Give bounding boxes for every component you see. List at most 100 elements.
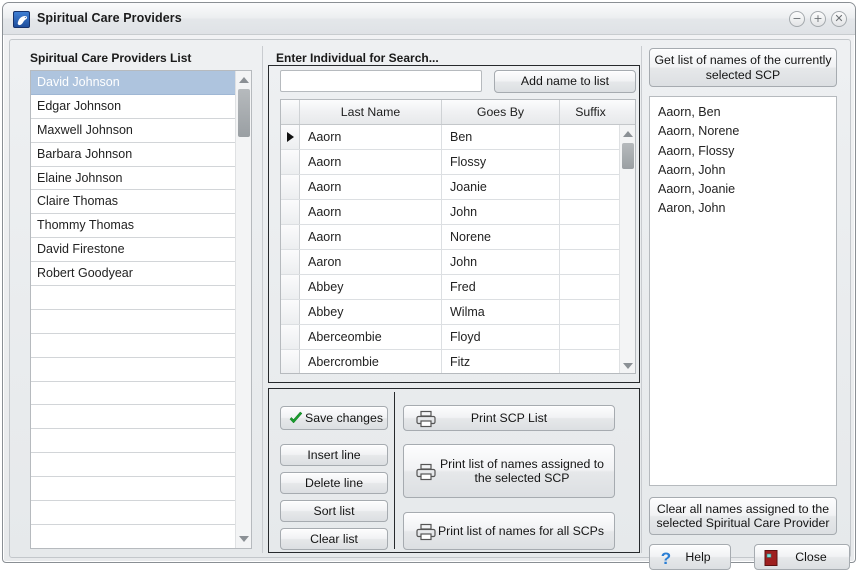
scp-list-item[interactable]: Edgar Johnson <box>31 95 236 119</box>
table-row[interactable]: Abbey Fred <box>281 275 621 300</box>
scp-list-item-empty[interactable] <box>31 525 236 548</box>
row-selector[interactable] <box>281 325 300 349</box>
cell-suffix[interactable] <box>560 300 621 324</box>
cell-last-name[interactable]: Abbey <box>300 300 442 324</box>
scp-list-item[interactable]: Thommy Thomas <box>31 214 236 239</box>
table-row[interactable]: Aberceombie Floyd <box>281 325 621 350</box>
insert-line-button[interactable]: Insert line <box>280 444 388 466</box>
scp-list-item[interactable]: Elaine Johnson <box>31 167 236 191</box>
add-name-button[interactable]: Add name to list <box>494 70 636 93</box>
assigned-name-item[interactable]: Aaorn, John <box>658 161 836 180</box>
table-row[interactable]: Aaorn Norene <box>281 225 621 250</box>
cell-goes-by[interactable]: Fitz <box>442 350 560 373</box>
scp-list-scrollbar[interactable] <box>235 71 251 548</box>
grid-scroll-up-arrow-icon[interactable] <box>620 126 635 142</box>
cell-goes-by[interactable]: Ben <box>442 125 560 149</box>
row-selector[interactable] <box>281 275 300 299</box>
scp-list-item-empty[interactable] <box>31 334 236 358</box>
assigned-name-item[interactable]: Aaorn, Flossy <box>658 142 836 161</box>
cell-goes-by[interactable]: John <box>442 200 560 224</box>
cell-goes-by[interactable]: Norene <box>442 225 560 249</box>
scp-list-item[interactable]: Maxwell Johnson <box>31 119 236 143</box>
grid-scrollbar[interactable] <box>619 125 635 373</box>
scp-list-item-empty[interactable] <box>31 310 236 334</box>
row-selector[interactable] <box>281 300 300 324</box>
cell-last-name[interactable]: Abercrombie <box>300 350 442 373</box>
print-scp-list-button[interactable]: Print SCP List <box>403 405 615 431</box>
cell-goes-by[interactable]: Fred <box>442 275 560 299</box>
scp-list-item[interactable]: Barbara Johnson <box>31 143 236 167</box>
cell-goes-by[interactable]: John <box>442 250 560 274</box>
table-row[interactable]: Abercrombie Fitz <box>281 350 621 373</box>
assigned-name-item[interactable]: Aaron, John <box>658 199 836 218</box>
cell-suffix[interactable] <box>560 150 621 174</box>
cell-suffix[interactable] <box>560 250 621 274</box>
cell-last-name[interactable]: Aaorn <box>300 150 442 174</box>
scp-list-item[interactable]: Robert Goodyear <box>31 262 236 287</box>
scp-list-item-empty[interactable] <box>31 358 236 382</box>
cell-last-name[interactable]: Abbey <box>300 275 442 299</box>
print-all-names-button[interactable]: Print list of names for all SCPs <box>403 512 615 550</box>
cell-last-name[interactable]: Aaron <box>300 250 442 274</box>
grid-header-suffix[interactable]: Suffix <box>560 100 621 124</box>
clear-list-button[interactable]: Clear list <box>280 528 388 550</box>
close-button[interactable]: Close <box>754 544 850 570</box>
cell-last-name[interactable]: Aaorn <box>300 225 442 249</box>
cell-goes-by[interactable]: Flossy <box>442 150 560 174</box>
scp-list-item-empty[interactable] <box>31 477 236 502</box>
get-list-button[interactable]: Get list of names of the currently selec… <box>649 48 837 87</box>
assigned-name-item[interactable]: Aaorn, Norene <box>658 122 836 141</box>
save-changes-button[interactable]: Save changes <box>280 406 388 430</box>
table-row[interactable]: Aaorn Flossy <box>281 150 621 175</box>
assigned-names-list[interactable]: Aaorn, Ben Aaorn, Norene Aaorn, Flossy Aaor… <box>649 96 837 486</box>
cell-suffix[interactable] <box>560 200 621 224</box>
cell-goes-by[interactable]: Joanie <box>442 175 560 199</box>
scrollbar-thumb[interactable] <box>238 89 250 137</box>
grid-scrollbar-thumb[interactable] <box>622 143 634 169</box>
cell-suffix[interactable] <box>560 225 621 249</box>
assigned-name-item[interactable]: Aaorn, Joanie <box>658 180 836 199</box>
sort-list-button[interactable]: Sort list <box>280 500 388 522</box>
maximize-button[interactable]: + <box>810 11 826 27</box>
minimize-button[interactable]: − <box>789 11 805 27</box>
scp-list[interactable]: David Johnson Edgar Johnson Maxwell Johnso… <box>30 70 252 549</box>
clear-all-names-button[interactable]: Clear all names assigned to the selected… <box>649 497 837 535</box>
cell-suffix[interactable] <box>560 175 621 199</box>
assigned-name-item[interactable]: Aaorn, Ben <box>658 103 836 122</box>
scp-list-item[interactable]: David Firestone <box>31 238 236 263</box>
table-row[interactable]: Aaorn Joanie <box>281 175 621 200</box>
scp-list-item-empty[interactable] <box>31 286 236 310</box>
cell-goes-by[interactable]: Floyd <box>442 325 560 349</box>
scroll-up-arrow-icon[interactable] <box>236 72 251 88</box>
scp-list-item-empty[interactable] <box>31 382 236 406</box>
names-grid[interactable]: Last Name Goes By Suffix Aaorn Ben Aaorn Fl… <box>280 99 636 374</box>
scroll-down-arrow-icon[interactable] <box>236 531 251 547</box>
grid-scroll-down-arrow-icon[interactable] <box>620 358 635 373</box>
cell-last-name[interactable]: Aberceombie <box>300 325 442 349</box>
row-selector[interactable] <box>281 200 300 224</box>
row-selector[interactable] <box>281 225 300 249</box>
row-selector[interactable] <box>281 150 300 174</box>
cell-suffix[interactable] <box>560 125 621 149</box>
scp-list-item-empty[interactable] <box>31 429 236 454</box>
row-selector[interactable] <box>281 250 300 274</box>
row-selector[interactable] <box>281 175 300 199</box>
scp-list-item-empty[interactable] <box>31 453 236 478</box>
table-row[interactable]: Aaron John <box>281 250 621 275</box>
search-input[interactable] <box>280 70 482 92</box>
table-row[interactable]: Abbey Wilma <box>281 300 621 325</box>
scp-list-item[interactable]: David Johnson <box>31 71 236 95</box>
row-selector[interactable] <box>281 125 300 149</box>
cell-suffix[interactable] <box>560 325 621 349</box>
cell-goes-by[interactable]: Wilma <box>442 300 560 324</box>
cell-suffix[interactable] <box>560 275 621 299</box>
cell-suffix[interactable] <box>560 350 621 373</box>
scp-list-item[interactable]: Claire Thomas <box>31 190 236 215</box>
cell-last-name[interactable]: Aaorn <box>300 125 442 149</box>
print-assigned-names-button[interactable]: Print list of names assigned to the sele… <box>403 444 615 498</box>
grid-header-last-name[interactable]: Last Name <box>300 100 442 124</box>
table-row[interactable]: Aaorn John <box>281 200 621 225</box>
delete-line-button[interactable]: Delete line <box>280 472 388 494</box>
scp-list-item-empty[interactable] <box>31 405 236 430</box>
grid-header-goes-by[interactable]: Goes By <box>442 100 560 124</box>
